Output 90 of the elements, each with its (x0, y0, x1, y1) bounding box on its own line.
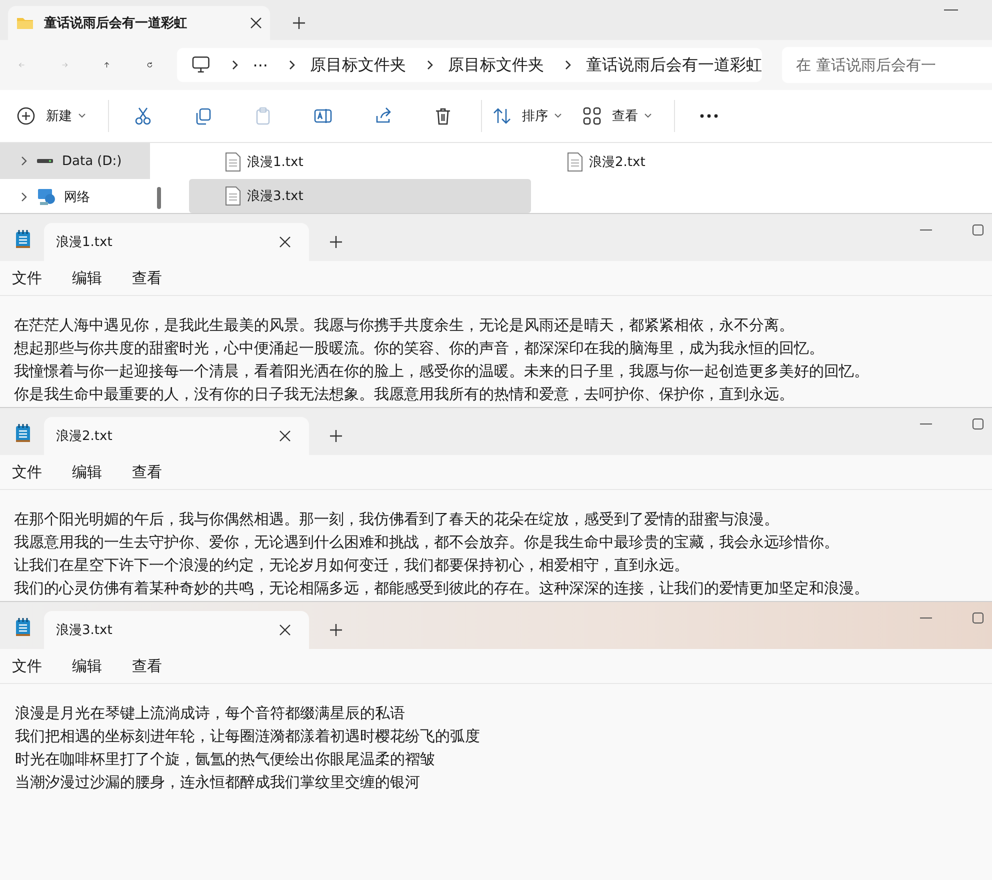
cut-icon (133, 106, 153, 126)
sidebar-item[interactable]: 网络 (0, 179, 150, 213)
document-tab[interactable]: 浪漫1.txt (44, 223, 309, 261)
drive-icon (36, 156, 54, 166)
menu-item[interactable]: 文件 (12, 462, 42, 482)
document-icon (225, 186, 241, 206)
maximize-icon[interactable] (972, 612, 984, 624)
chevron-icon (230, 59, 239, 71)
close-icon[interactable] (279, 430, 291, 442)
menu-item[interactable]: 编辑 (72, 462, 102, 482)
text-line: 我憧憬着与你一起迎接每一个清晨，看着阳光洒在你的脸上，感受你的温暖。未来的日子里，我愿与你一起创造更多美好的回忆。 (14, 361, 870, 382)
text-line: 在茫茫人海中遇见你，是我此生最美的风景。我愿与你携手共度余生，无论是风雨还是晴天，都紧紧相依，永不分离。 (14, 315, 795, 336)
menu-item[interactable]: 查看 (132, 268, 162, 288)
document-icon (567, 152, 583, 172)
view-button[interactable]: 查看 (580, 98, 666, 134)
maximize-icon[interactable] (972, 224, 984, 236)
menu-item[interactable]: 查看 (132, 656, 162, 676)
file-item[interactable]: 浪漫2.txt (531, 145, 873, 179)
close-icon[interactable] (279, 624, 291, 636)
sort-button[interactable]: 排序 (490, 98, 576, 134)
folder-icon (16, 15, 34, 31)
tab-title: 浪漫3.txt (56, 622, 112, 639)
tab-title: 童话说雨后会有一道彩虹 (44, 14, 188, 32)
document-icon (225, 152, 241, 172)
menu-item[interactable]: 编辑 (72, 656, 102, 676)
delete-icon (433, 106, 453, 126)
menu-item[interactable]: 查看 (132, 462, 162, 482)
maximize-icon[interactable] (972, 418, 984, 430)
breadcrumb[interactable]: 童话说雨后会有一道彩虹 (586, 54, 762, 76)
menu-item[interactable]: 编辑 (72, 268, 102, 288)
close-icon[interactable] (250, 17, 262, 29)
text-line: 想起那些与你共度的甜蜜时光，心中便涌起一股暖流。你的笑容、你的声音，都深深印在我的脑海里，成为我永恒的回忆。 (14, 338, 825, 359)
scrollbar[interactable] (157, 187, 161, 209)
text-line: 你是我生命中最重要的人，没有你的日子我无法想象。我愿意用我所有的热情和爱意，去呵护你、保护你，直到永远。 (14, 384, 795, 405)
caret-icon (554, 113, 562, 119)
text-line: 当潮汐漫过沙漏的腰身，连永恒都醉成我们掌纹里交缠的银河 (15, 772, 421, 793)
file-item[interactable]: 浪漫3.txt (189, 179, 531, 213)
window-tab[interactable]: 童话说雨后会有一道彩虹 (8, 6, 270, 40)
chevron-icon (426, 59, 434, 71)
network-icon (36, 188, 56, 206)
view-icon (582, 106, 602, 126)
new-tab-icon[interactable] (329, 623, 343, 637)
file-name: 浪漫1.txt (247, 154, 304, 171)
minimize-icon[interactable] (920, 228, 932, 232)
file-name: 浪漫2.txt (589, 154, 646, 171)
minimize-icon[interactable] (920, 422, 932, 426)
notepad-icon (14, 423, 32, 443)
rename-icon (313, 106, 333, 126)
tab-title: 浪漫2.txt (56, 428, 112, 445)
text-line: 时光在咖啡杯里打了个旋，氤氲的热气便绘出你眼尾温柔的褶皱 (15, 749, 436, 770)
new-icon (16, 106, 36, 126)
breadcrumb[interactable]: 原目标文件夹 (448, 54, 544, 76)
tab-title: 浪漫1.txt (56, 234, 112, 251)
sort-icon (492, 106, 512, 126)
more-icon (699, 114, 719, 118)
notepad-icon (14, 617, 32, 637)
search-field[interactable]: 在 童话说雨后会有一 (782, 47, 992, 83)
chevron-icon[interactable] (20, 155, 28, 167)
notepad-icon (14, 229, 32, 249)
sidebar-label: Data (D:) (62, 154, 122, 168)
text-line: 让我们在星空下许下一个浪漫的约定，无论岁月如何变迁，我们都要保持初心，相爱相守，直到永远。 (14, 555, 690, 576)
sidebar-label: 网络 (64, 189, 90, 206)
text-line: 我们的心灵仿佛有着某种奇妙的共鸣，无论相隔多远，都能感受到彼此的存在。这种深深的连接，让我们的爱情更加坚定和浪漫。 (14, 578, 870, 599)
chevron-icon[interactable] (20, 191, 28, 203)
menu-item[interactable]: 文件 (12, 656, 42, 676)
close-icon[interactable] (279, 236, 291, 248)
chevron-icon (288, 59, 296, 71)
address-bar[interactable]: ··· 原目标文件夹 原目标文件夹 童话说雨后会有一道彩虹 (177, 48, 762, 82)
document-tab[interactable]: 浪漫3.txt (44, 611, 309, 649)
breadcrumb[interactable]: 原目标文件夹 (310, 54, 406, 76)
new-button[interactable]: 新建 (14, 98, 100, 134)
sidebar-item[interactable]: Data (D:) (0, 143, 150, 179)
new-tab-icon[interactable] (329, 235, 343, 249)
minimize-icon[interactable] (920, 616, 932, 620)
file-name: 浪漫3.txt (247, 188, 304, 205)
new-tab-icon[interactable] (292, 16, 306, 30)
chevron-icon (564, 59, 572, 71)
breadcrumb[interactable]: ··· (252, 56, 268, 74)
menu-item[interactable]: 文件 (12, 268, 42, 288)
text-line: 我们把相遇的坐标刻进年轮，让每圈涟漪都漾着初遇时樱花纷飞的弧度 (15, 726, 481, 747)
minimize-icon[interactable] (944, 8, 958, 12)
text-line: 浪漫是月光在琴键上流淌成诗，每个音符都缀满星辰的私语 (15, 703, 406, 724)
document-tab[interactable]: 浪漫2.txt (44, 417, 309, 455)
text-line: 我愿意用我的一生去守护你、爱你，无论遇到什么困难和挑战，都不会放弃。你是我生命中最珍贵的宝藏，我会永远珍惜你。 (14, 532, 840, 553)
computer-icon (191, 56, 211, 74)
caret-icon (644, 113, 652, 119)
caret-icon (78, 113, 86, 119)
text-line: 在那个阳光明媚的午后，我与你偶然相遇。那一刻，我仿佛看到了春天的花朵在绽放，感受到了爱情的甜蜜与浪漫。 (14, 509, 780, 530)
new-tab-icon[interactable] (329, 429, 343, 443)
file-item[interactable]: 浪漫1.txt (189, 145, 531, 179)
